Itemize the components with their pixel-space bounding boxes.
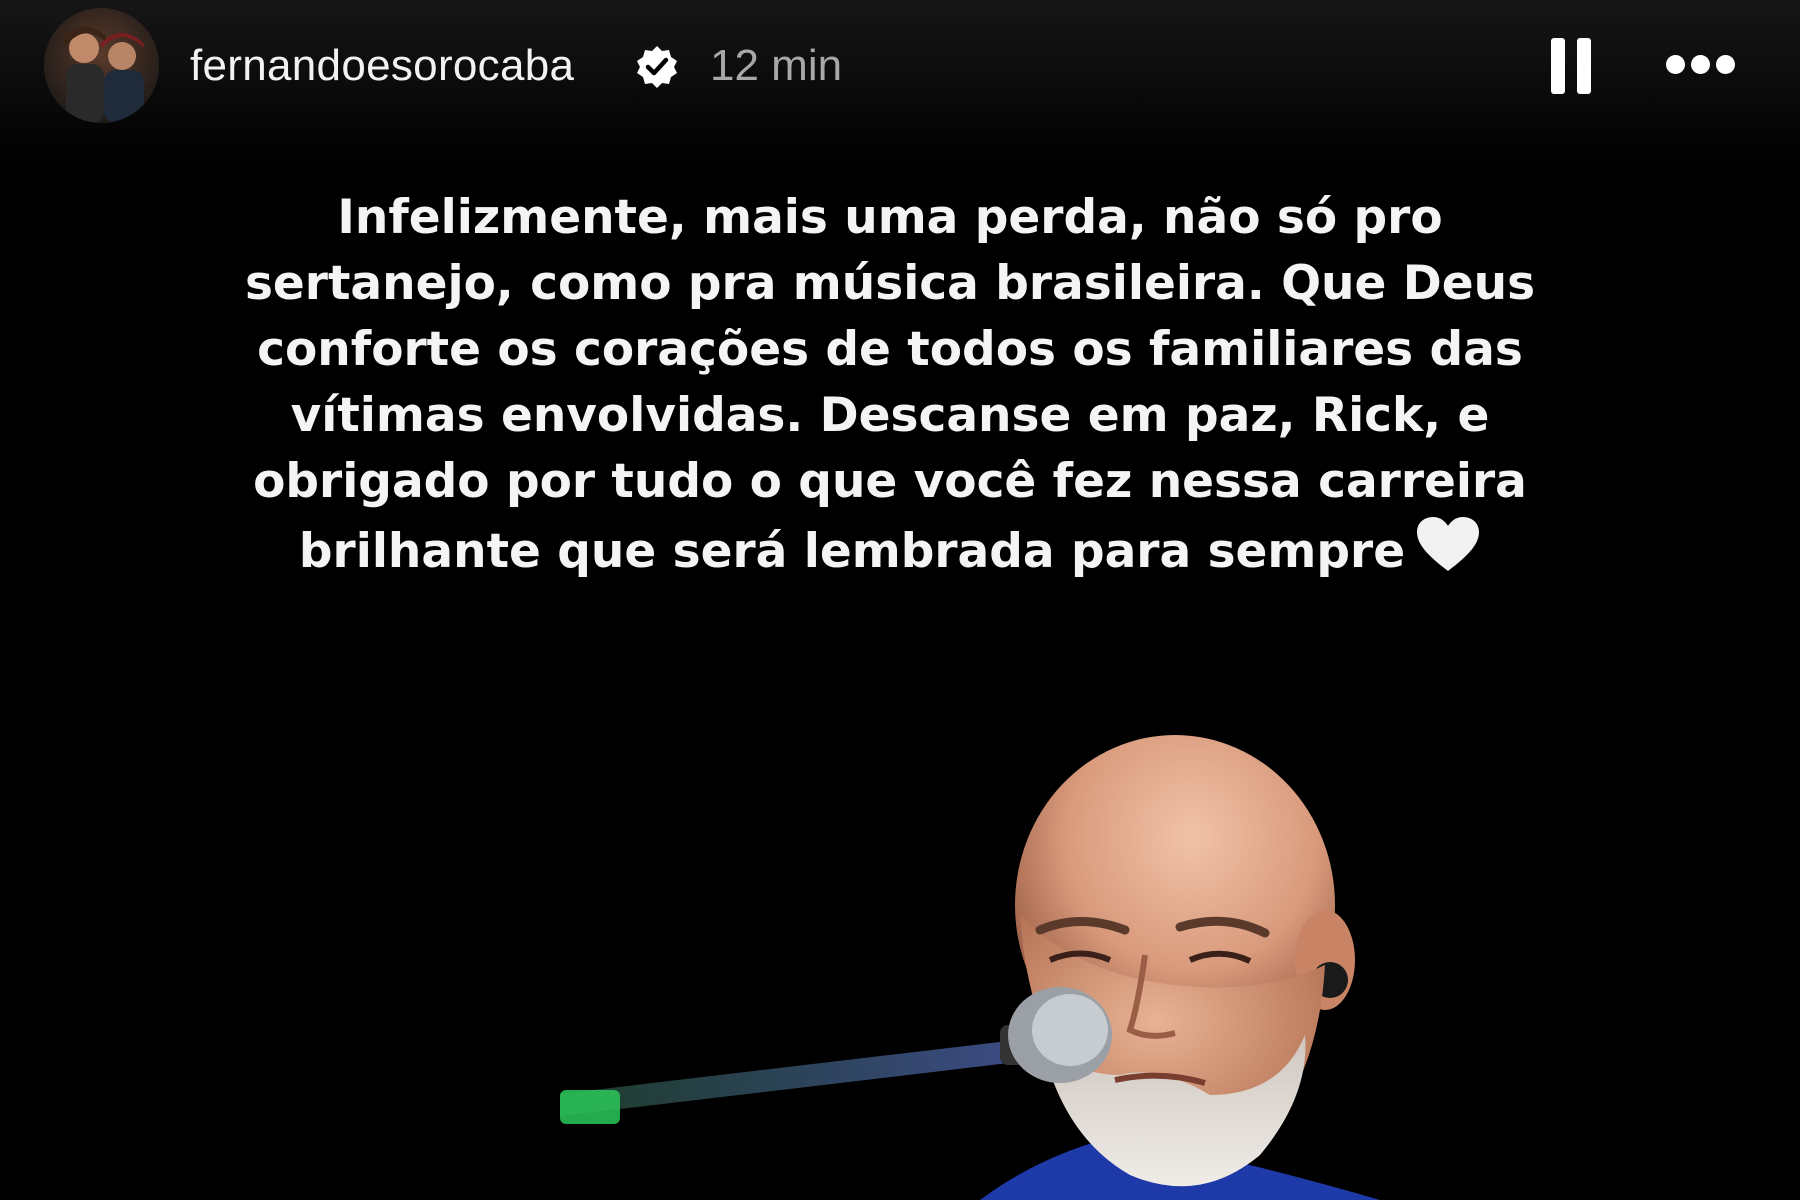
white-heart-icon [1415,515,1481,573]
post-timestamp: 12 min [710,41,843,90]
story-header: fernandoesorocaba 12 min [0,0,1800,135]
story-viewer[interactable]: fernandoesorocaba 12 min Infelizmente, m… [0,0,1800,1200]
verified-badge-icon [633,43,681,91]
avatar[interactable] [44,8,159,123]
username[interactable]: fernandoesorocaba [190,38,574,94]
pause-icon[interactable] [1545,30,1597,100]
story-text-overlay: Infelizmente, mais uma perda, não só pro… [240,185,1540,585]
more-horizontal-icon[interactable] [1660,40,1740,90]
story-photo [549,735,1460,1200]
story-caption: Infelizmente, mais uma perda, não só pro… [244,190,1536,579]
